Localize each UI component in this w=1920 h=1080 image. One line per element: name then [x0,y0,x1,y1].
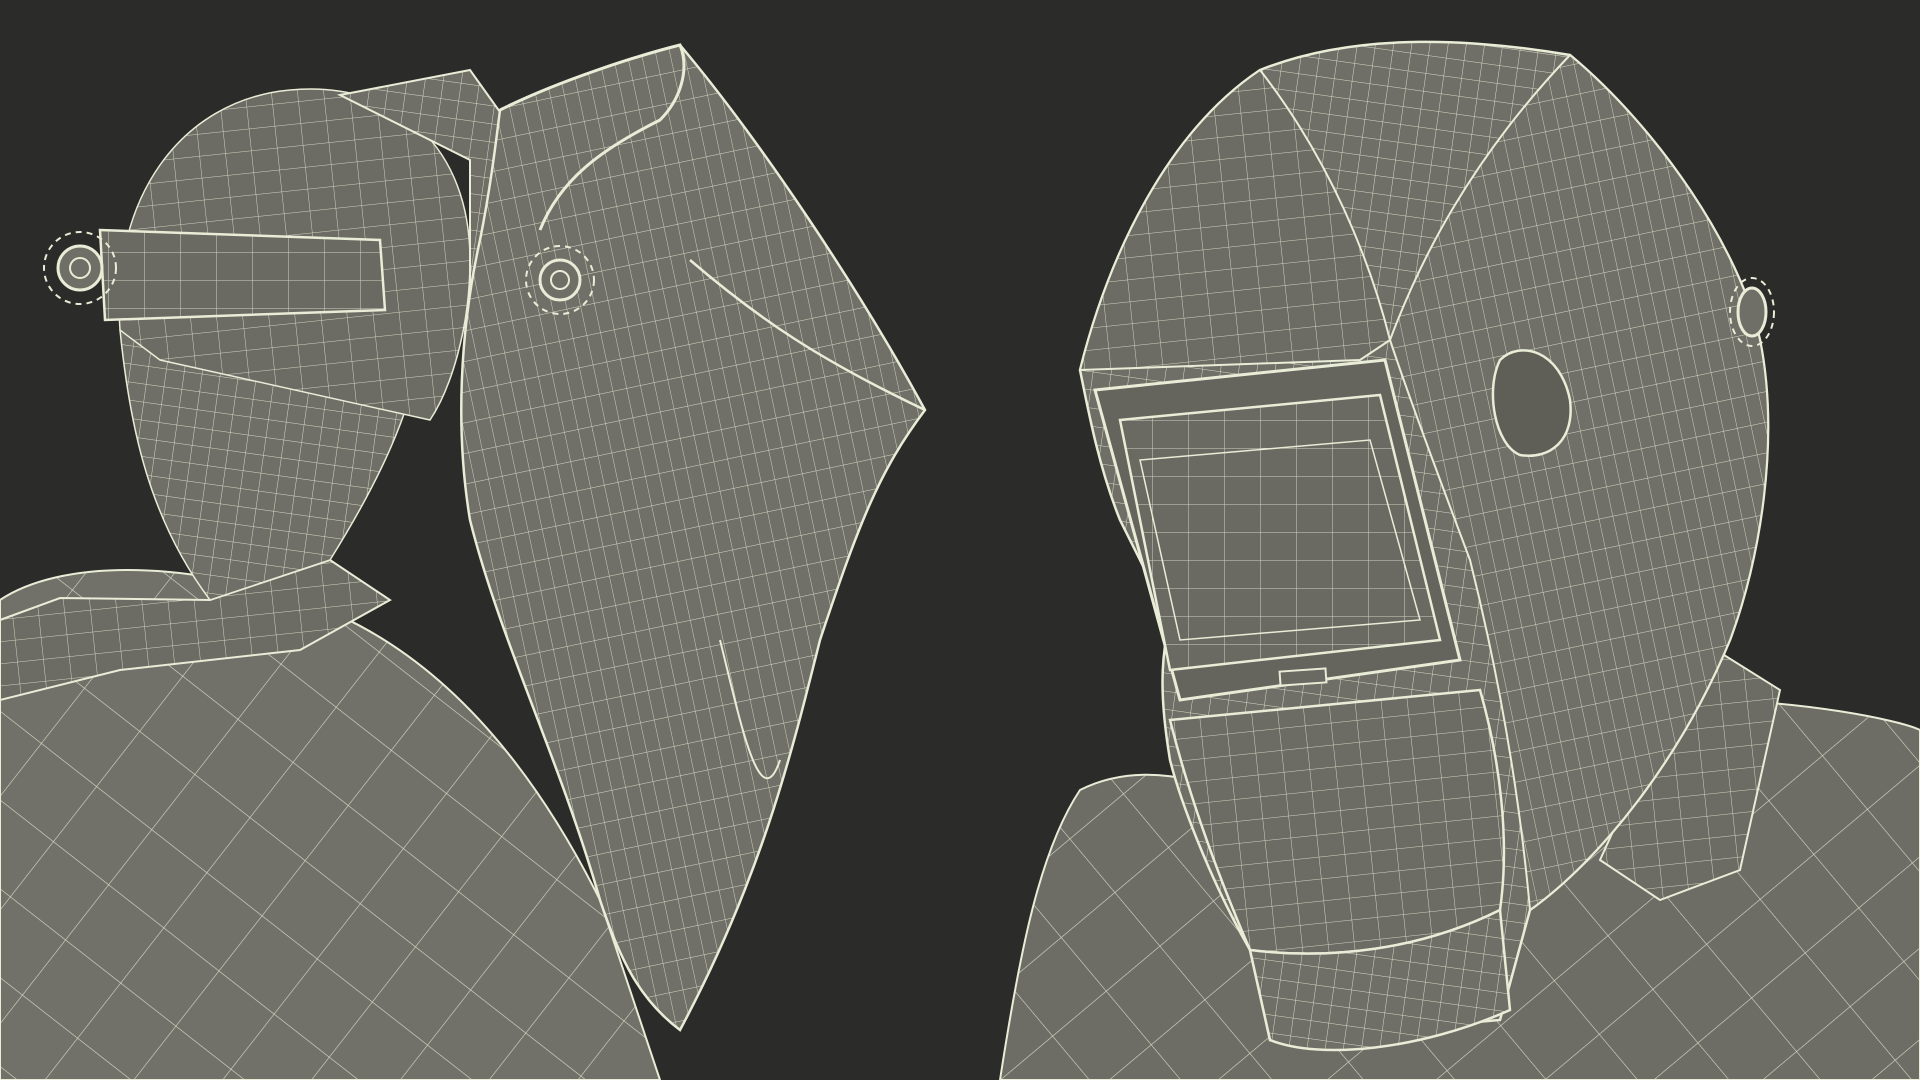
wireframe-render [0,40,1920,1080]
render-viewport [0,0,1920,1080]
left-view [0,43,927,1080]
right-view [998,40,1920,1080]
left-head-strap [98,228,387,322]
right-lens-button [1278,667,1328,687]
